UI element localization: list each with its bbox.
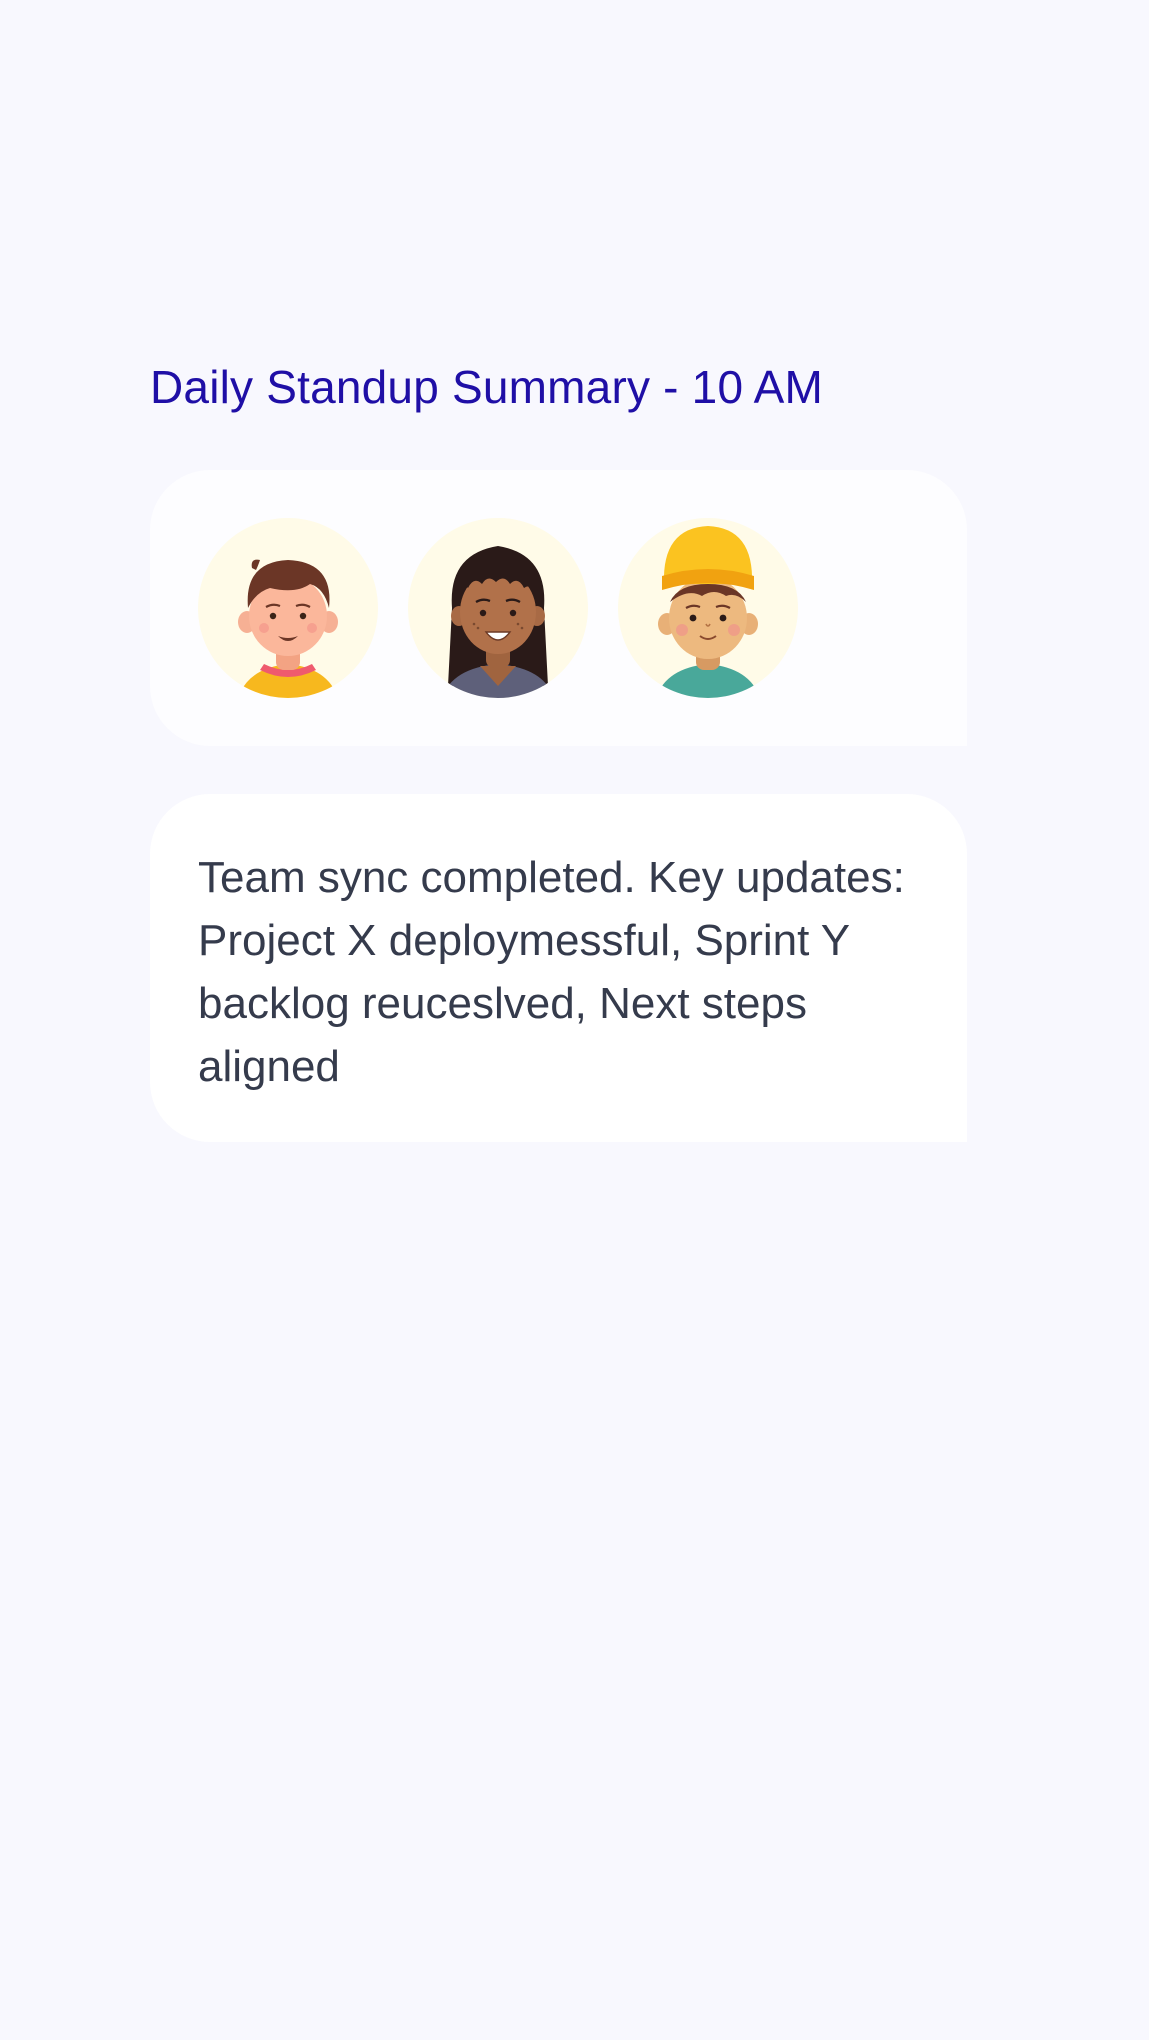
avatar-boy-yellow-beanie-icon	[618, 518, 798, 698]
avatar-boy-brown-hair-icon	[198, 518, 378, 698]
participant-avatar-2[interactable]	[408, 518, 588, 698]
summary-message-text: Team sync completed. Key updates: Projec…	[198, 853, 905, 1091]
participants-card	[150, 470, 967, 746]
summary-message-card: Team sync completed. Key updates: Projec…	[150, 794, 967, 1142]
avatar-woman-long-dark-hair-icon	[408, 518, 588, 698]
participant-avatar-3[interactable]	[618, 518, 798, 698]
standup-summary-screen: Daily Standup Summary - 10 AM Team sync …	[0, 0, 1149, 2040]
participant-avatar-1[interactable]	[198, 518, 378, 698]
page-title: Daily Standup Summary - 10 AM	[150, 361, 824, 413]
